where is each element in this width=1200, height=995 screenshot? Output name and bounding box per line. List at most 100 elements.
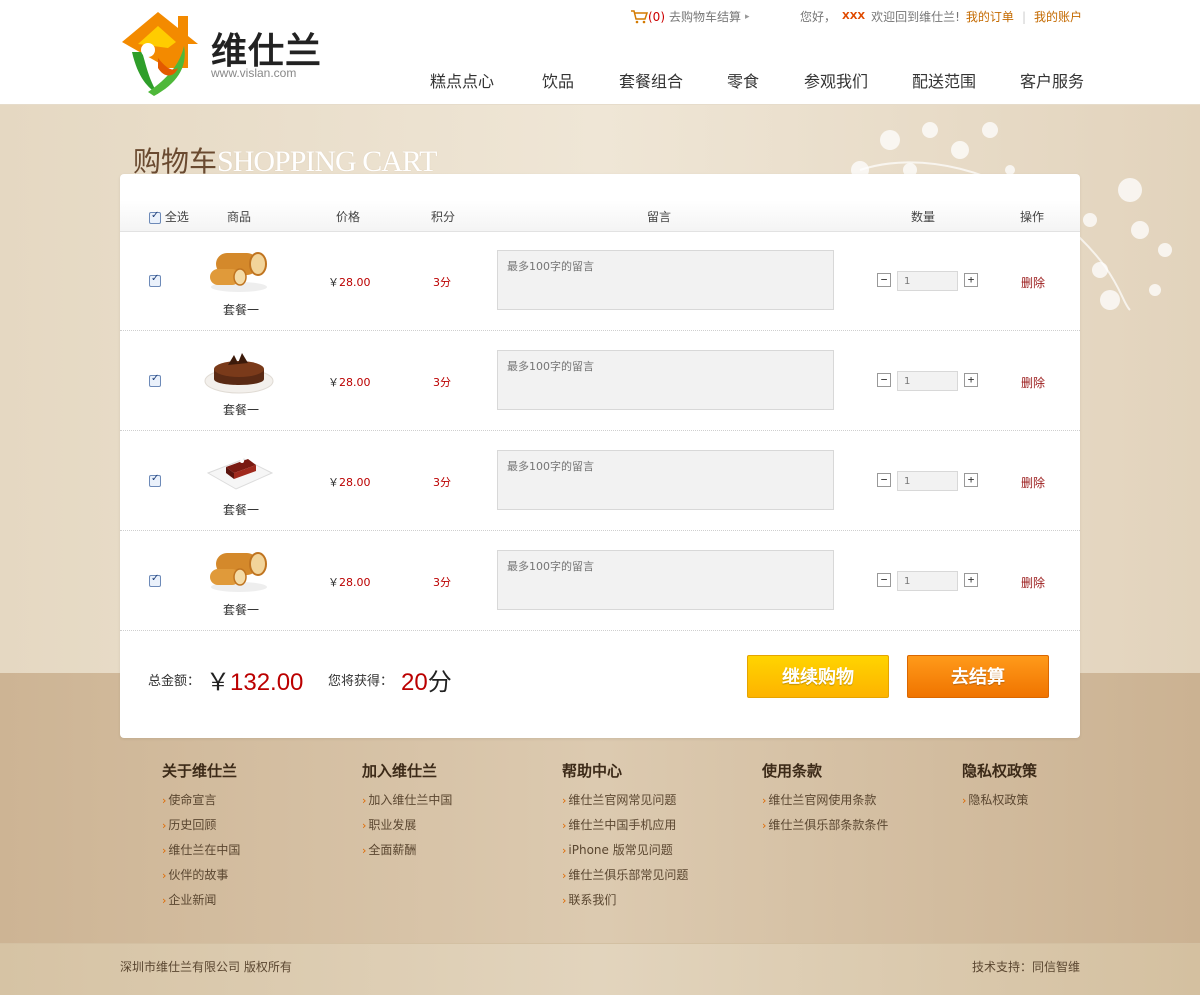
note-field[interactable] <box>497 250 834 310</box>
increase-quantity-button[interactable]: + <box>964 273 978 287</box>
increase-quantity-button[interactable]: + <box>964 473 978 487</box>
footer-column-privacy: 隐私权政策 › 隐私权政策 <box>962 760 1162 816</box>
site-footer: 深圳市维仕兰有限公司 版权所有 技术支持：同信智维 <box>0 943 1200 995</box>
product-name[interactable]: 套餐一 <box>223 501 259 518</box>
delete-link[interactable]: 删除 <box>1021 474 1045 491</box>
tech-support-text: 技术支持：同信智维 <box>971 960 1080 974</box>
cart-table-header: 全选 商品 价格 积分 留言 数量 操作 <box>120 200 1080 232</box>
footer-link[interactable]: › 隐私权政策 <box>962 791 1162 816</box>
total-amount: ￥132.00 <box>206 669 304 696</box>
footer-link[interactable]: › 维仕兰中国手机应用 <box>562 816 762 841</box>
cart-row: 套餐一 ￥28.00 3分 − + 删除 <box>120 531 1080 631</box>
nav-item-drinks[interactable]: 饮品 <box>542 68 574 92</box>
nav-item-visit-us[interactable]: 参观我们 <box>804 68 868 92</box>
footer-link[interactable]: › 维仕兰俱乐部常见问题 <box>562 866 762 891</box>
footer-link[interactable]: › 伙伴的故事 <box>162 866 362 891</box>
swiss-roll-image <box>210 252 267 292</box>
note-field[interactable] <box>497 550 834 610</box>
product-name[interactable]: 套餐一 <box>223 401 259 418</box>
select-all-checkbox[interactable] <box>149 210 161 224</box>
quantity-input[interactable] <box>897 571 958 591</box>
footer-link[interactable]: › 维仕兰官网常见问题 <box>562 791 762 816</box>
nav-item-customer-service[interactable]: 客户服务 <box>1020 68 1084 92</box>
product-price: ￥28.00 <box>328 476 371 489</box>
footer-column-title: 隐私权政策 <box>962 762 1038 780</box>
footer-link[interactable]: › 企业新闻 <box>162 891 362 916</box>
footer-link[interactable]: › 维仕兰俱乐部条款条件 <box>762 816 962 841</box>
chevron-right-icon: › <box>162 794 167 807</box>
increase-quantity-button[interactable]: + <box>964 373 978 387</box>
chevron-right-icon: ▸ <box>745 11 750 22</box>
footer-column-title: 关于维仕兰 <box>162 762 238 780</box>
delete-link[interactable]: 删除 <box>1021 274 1045 291</box>
shopping-cart-icon <box>631 9 648 23</box>
decrease-quantity-button[interactable]: − <box>877 373 891 387</box>
footer-column-help: 帮助中心 › 维仕兰官网常见问题 › 维仕兰中国手机应用 › iPhone 版常见问题… <box>562 760 762 916</box>
cart-row: 套餐一 ￥28.00 3分 − + 删除 <box>120 431 1080 531</box>
row-checkbox[interactable] <box>149 473 161 487</box>
nav-item-snacks[interactable]: 零食 <box>727 68 759 92</box>
product-points: 3分 <box>433 576 451 589</box>
go-to-cart-link[interactable]: (0) 去购物车结算 ▸ <box>630 8 750 25</box>
greeting-prefix: 您好， <box>800 10 837 24</box>
footer-link[interactable]: › 职业发展 <box>362 816 562 841</box>
logo[interactable]: 维仕兰 www.vislan.com <box>118 8 328 98</box>
quantity-input[interactable] <box>897 371 958 391</box>
footer-column-join: 加入维仕兰 › 加入维仕兰中国 › 职业发展 › 全面薪酬 <box>362 760 562 866</box>
decrease-quantity-button[interactable]: − <box>877 473 891 487</box>
cake-slice-image <box>206 458 274 490</box>
checkout-button[interactable]: 去结算 <box>907 655 1049 698</box>
footer-link[interactable]: › 维仕兰官网使用条款 <box>762 791 962 816</box>
chevron-right-icon: › <box>762 794 767 807</box>
chevron-right-icon: › <box>162 894 167 907</box>
product-name[interactable]: 套餐一 <box>223 601 259 618</box>
site-header: 维仕兰 www.vislan.com (0) 去购物车结算 ▸ 您好， XXX … <box>0 0 1200 105</box>
footer-link[interactable]: › 加入维仕兰中国 <box>362 791 562 816</box>
top-bar: (0) 去购物车结算 ▸ 您好， XXX 欢迎回到维仕兰! 我的订单 | 我的账… <box>630 8 1082 26</box>
decrease-quantity-button[interactable]: − <box>877 573 891 587</box>
row-checkbox[interactable] <box>149 573 161 587</box>
select-all[interactable]: 全选 <box>149 208 189 225</box>
cart-link-label: 去购物车结算 <box>669 10 742 24</box>
quantity-input[interactable] <box>897 471 958 491</box>
quantity-stepper: − + <box>877 271 979 291</box>
nav-item-delivery[interactable]: 配送范围 <box>912 68 976 92</box>
chevron-right-icon: › <box>562 844 567 857</box>
nav-item-combos[interactable]: 套餐组合 <box>619 68 683 92</box>
column-header-note: 留言 <box>647 210 672 224</box>
footer-column-title: 帮助中心 <box>562 762 623 780</box>
note-field[interactable] <box>497 450 834 510</box>
select-all-label: 全选 <box>164 210 189 224</box>
cart-row: 套餐一 ￥28.00 3分 − + 删除 <box>120 331 1080 431</box>
row-checkbox[interactable] <box>149 373 161 387</box>
chevron-right-icon: › <box>562 894 567 907</box>
row-checkbox[interactable] <box>149 273 161 287</box>
chevron-right-icon: › <box>562 819 567 832</box>
my-orders-link[interactable]: 我的订单 <box>966 8 1014 25</box>
main-nav: 糕点点心 饮品 套餐组合 零食 参观我们 配送范围 客户服务 <box>428 68 1088 92</box>
quantity-input[interactable] <box>897 271 958 291</box>
continue-shopping-button[interactable]: 继续购物 <box>747 655 889 698</box>
column-header-action: 操作 <box>1020 210 1045 224</box>
footer-column-about: 关于维仕兰 › 使命宣言 › 历史回顾 › 维仕兰在中国 › 伙伴的故事 › 企业新闻 <box>162 760 362 916</box>
footer-column-terms: 使用条款 › 维仕兰官网使用条款 › 维仕兰俱乐部条款条件 <box>762 760 962 841</box>
increase-quantity-button[interactable]: + <box>964 573 978 587</box>
footer-link[interactable]: › iPhone 版常见问题 <box>562 841 762 866</box>
nav-item-pastries[interactable]: 糕点点心 <box>430 68 494 92</box>
earn-points-value: 20分 <box>401 669 452 696</box>
footer-link[interactable]: › 使命宣言 <box>162 791 362 816</box>
footer-link[interactable]: › 维仕兰在中国 <box>162 841 362 866</box>
product-price: ￥28.00 <box>328 576 371 589</box>
note-field[interactable] <box>497 350 834 410</box>
decrease-quantity-button[interactable]: − <box>877 273 891 287</box>
footer-link[interactable]: › 历史回顾 <box>162 816 362 841</box>
delete-link[interactable]: 删除 <box>1021 574 1045 591</box>
footer-link[interactable]: › 全面薪酬 <box>362 841 562 866</box>
my-account-link[interactable]: 我的账户 <box>1034 8 1082 25</box>
account-links: 我的订单 | 我的账户 <box>966 8 1082 25</box>
chevron-right-icon: › <box>162 869 167 882</box>
delete-link[interactable]: 删除 <box>1021 374 1045 391</box>
product-name[interactable]: 套餐一 <box>223 301 259 318</box>
footer-link[interactable]: › 联系我们 <box>562 891 762 916</box>
cart-row: 套餐一 ￥28.00 3分 − + 删除 <box>120 231 1080 331</box>
